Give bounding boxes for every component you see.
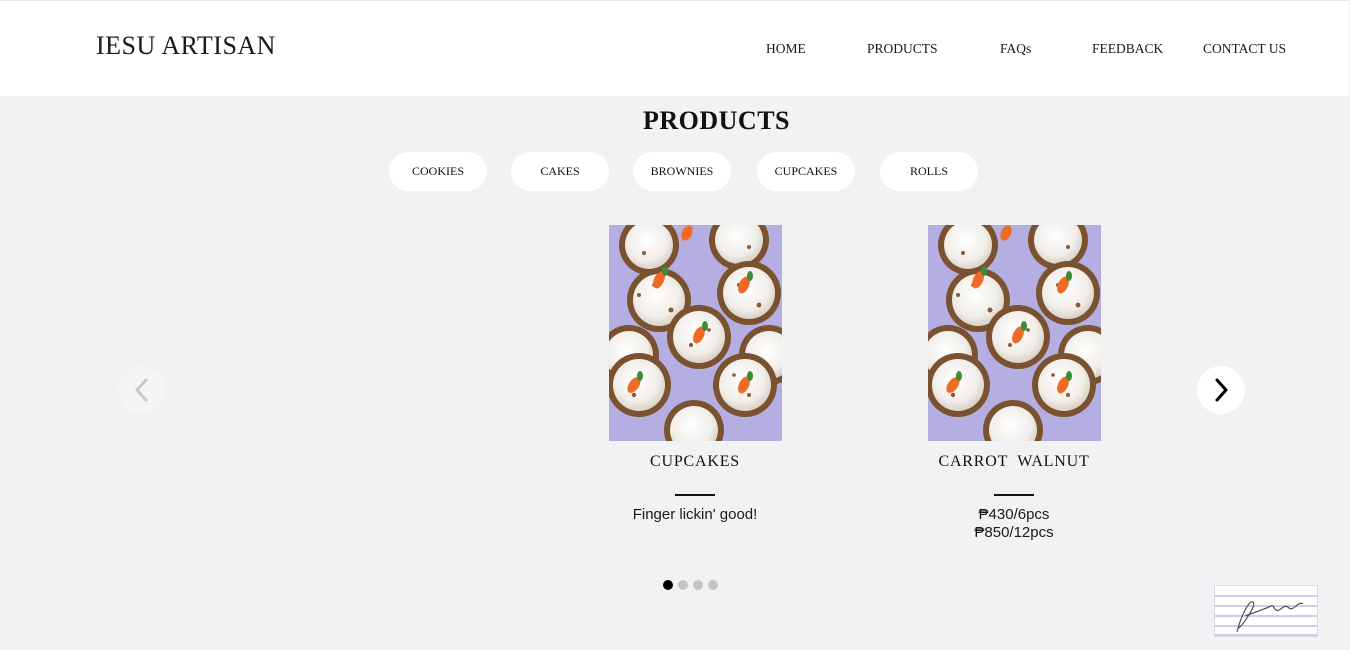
nav-feedback-link[interactable]: FEEDBACK (1092, 41, 1163, 57)
carousel-prev-button[interactable] (118, 366, 166, 414)
chevron-left-icon (135, 378, 148, 402)
carousel-dot-3[interactable] (693, 580, 703, 590)
price-12pcs: ₱850/12pcs (974, 524, 1054, 541)
chevron-right-icon (1215, 378, 1228, 402)
carousel-next-button[interactable] (1197, 366, 1245, 414)
product-card[interactable]: CUPCAKES Finger lickin' good! (565, 225, 825, 525)
carrot-cupcakes-photo (928, 225, 1101, 441)
carousel-dot-1[interactable] (663, 580, 673, 590)
product-card[interactable]: CARROT WALNUT ₱430/6pcs ₱850/12pcs (884, 225, 1144, 555)
filter-cakes-button[interactable]: CAKES (511, 152, 609, 191)
signature-image (1214, 585, 1318, 637)
top-navbar: IESU ARTISAN HOME PRODUCTS FAQs FEEDBACK… (0, 0, 1349, 96)
carousel-pagination (663, 580, 718, 590)
carousel-dot-4[interactable] (708, 580, 718, 590)
brand-logo-text[interactable]: IESU ARTISAN (96, 31, 276, 61)
page-title: PRODUCTS (642, 106, 790, 135)
carrot-cupcakes-photo (609, 225, 782, 441)
filter-rolls-button[interactable]: ROLLS (880, 152, 978, 191)
product-card-description: Finger lickin' good! (632, 506, 758, 523)
carousel-dot-2[interactable] (678, 580, 688, 590)
nav-products-link[interactable]: PRODUCTS (867, 41, 938, 57)
nav-home-link[interactable]: HOME (766, 41, 806, 57)
product-card-title: CARROT WALNUT (938, 453, 1090, 470)
product-card-title: CUPCAKES (650, 453, 740, 470)
filter-cookies-button[interactable]: COOKIES (389, 152, 487, 191)
filter-cupcakes-button[interactable]: CUPCAKES (757, 152, 855, 191)
product-card-prices: ₱430/6pcs ₱850/12pcs (884, 506, 1144, 542)
nav-faqs-link[interactable]: FAQs (1000, 41, 1031, 57)
filter-brownies-button[interactable]: BROWNIES (633, 152, 731, 191)
price-6pcs: ₱430/6pcs (978, 506, 1050, 523)
nav-contact-us-link[interactable]: CONTACT US (1203, 41, 1286, 57)
card-divider (675, 494, 715, 496)
card-divider (994, 494, 1034, 496)
